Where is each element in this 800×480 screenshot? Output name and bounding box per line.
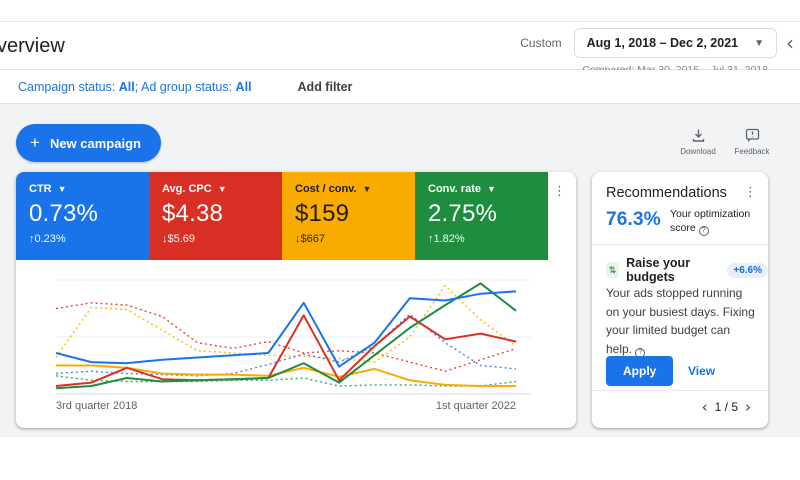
feedback-label: Feedback (734, 147, 770, 156)
scorecard-value: 2.75% (428, 200, 498, 227)
recommendation-item-header: ⇅ Raise your budgets +6.6% (606, 256, 768, 284)
recommendation-body-text: Your ads stopped running on your busiest… (606, 286, 755, 356)
recommendations-title: Recommendations (606, 185, 727, 201)
date-range-value: Aug 1, 2018 – Dec 2, 2021 (586, 36, 739, 50)
score-uplift-badge: +6.6% (727, 262, 768, 278)
more-options-icon[interactable]: ⋮ (744, 185, 757, 198)
scorecard-metric-label: CTR (29, 183, 52, 195)
scorecard-delta: ↓$667 (295, 233, 325, 245)
scorecard-value: $159 (295, 200, 350, 227)
bottom-strip (0, 437, 800, 480)
more-options-icon[interactable]: ⋮ (553, 184, 566, 197)
scorecard-metric-label: Avg. CPC (162, 183, 212, 195)
scorecard-delta: ↑0.23% (29, 233, 66, 245)
raise-budgets-icon: ⇅ (606, 262, 620, 278)
chevron-down-icon: ▼ (362, 184, 372, 194)
ad-group-status-label: Ad group status: (141, 79, 233, 94)
chart-line (55, 285, 517, 363)
date-range-select[interactable]: Aug 1, 2018 – Dec 2, 2021 ▼ (573, 28, 777, 58)
optimization-score-text: Your optimization score (670, 208, 751, 235)
scorecard-metric-label: Conv. rate (428, 183, 481, 195)
status-filters-chip[interactable]: Campaign status: All; Ad group status: A… (18, 80, 252, 94)
new-campaign-button[interactable]: + New campaign (16, 124, 161, 162)
chevron-down-icon: ▼ (57, 184, 67, 194)
filter-separator: ; (134, 79, 139, 94)
download-label: Download (680, 147, 716, 156)
chart-line (55, 314, 517, 387)
campaign-status-label: Campaign status: (18, 79, 116, 94)
chevron-right-icon[interactable]: › (738, 398, 758, 416)
scorecard-delta: ↓$5.69 (162, 233, 196, 245)
chart-area: 3rd quarter 2018 1st quarter 2022 (16, 260, 576, 428)
feedback-icon (745, 128, 759, 142)
scorecard-row: CTR ▼ 0.73% ↑0.23% Avg. CPC ▼ $4.38 ↓$5.69… (16, 172, 576, 260)
google-ads-overview-page: verview Custom Aug 1, 2018 – Dec 2, 2021… (0, 0, 800, 480)
scorecard-menu-strip: ⋮ (548, 172, 576, 260)
scorecard-metric-label: Cost / conv. (295, 183, 357, 195)
apply-button[interactable]: Apply (606, 356, 674, 386)
custom-range-label: Custom (520, 36, 562, 50)
feedback-button[interactable]: Feedback (728, 128, 776, 156)
optimization-score-label: Your optimization score ? (670, 207, 760, 236)
help-icon[interactable]: ? (698, 225, 709, 236)
recommendations-card: Recommendations ⋮ 76.3% Your optimizatio… (592, 172, 768, 428)
optimization-score-value: 76.3% (606, 209, 661, 230)
download-icon (692, 129, 704, 142)
pagination-label: 1 / 5 (714, 400, 738, 414)
add-filter-button[interactable]: Add filter (298, 80, 353, 94)
divider (592, 244, 768, 245)
scorecard-avg-cpc[interactable]: Avg. CPC ▼ $4.38 ↓$5.69 (149, 172, 282, 260)
ad-group-status-value: All (235, 79, 252, 94)
scorecard-delta: ↑1.82% (428, 233, 465, 245)
recommendation-item-body: Your ads stopped running on your busiest… (606, 284, 758, 359)
recommendations-pager: ‹ 1 / 5 › (695, 398, 758, 416)
x-axis-label-end: 1st quarter 2022 (435, 400, 516, 412)
scorecard-value: $4.38 (162, 200, 224, 227)
scorecard-ctr[interactable]: CTR ▼ 0.73% ↑0.23% (16, 172, 149, 260)
page-header: verview Custom Aug 1, 2018 – Dec 2, 2021… (0, 22, 800, 76)
chevron-down-icon: ▼ (754, 37, 764, 49)
recommendation-item-title: Raise your budgets (626, 256, 691, 284)
date-range-area: Custom Aug 1, 2018 – Dec 2, 2021 ▼ ‹ (520, 28, 794, 58)
performance-card: CTR ▼ 0.73% ↑0.23% Avg. CPC ▼ $4.38 ↓$5.69… (16, 172, 576, 428)
chevron-down-icon: ▼ (486, 184, 496, 194)
view-button[interactable]: View (688, 364, 715, 378)
campaign-status-value: All (118, 79, 135, 94)
chart-line (55, 290, 517, 368)
download-button[interactable]: Download (674, 128, 722, 156)
filter-bar: Campaign status: All; Ad group status: A… (0, 70, 800, 104)
chevron-left-icon[interactable]: ‹ (695, 398, 715, 416)
scorecard-conv-rate[interactable]: Conv. rate ▼ 2.75% ↑1.82% (415, 172, 548, 260)
plus-icon: + (30, 133, 40, 152)
page-title: verview (0, 35, 65, 57)
scorecard-value: 0.73% (29, 200, 99, 227)
divider (592, 390, 768, 391)
top-strip (0, 0, 800, 22)
new-campaign-label: New campaign (49, 135, 141, 151)
chevron-left-icon[interactable]: ‹ (786, 31, 794, 55)
content-area: + New campaign Download Feedback CTR ▼ 0… (0, 104, 800, 437)
scorecard-cost-per-conv[interactable]: Cost / conv. ▼ $159 ↓$667 (282, 172, 415, 260)
chevron-down-icon: ▼ (217, 184, 227, 194)
x-axis-label-start: 3rd quarter 2018 (56, 400, 138, 412)
